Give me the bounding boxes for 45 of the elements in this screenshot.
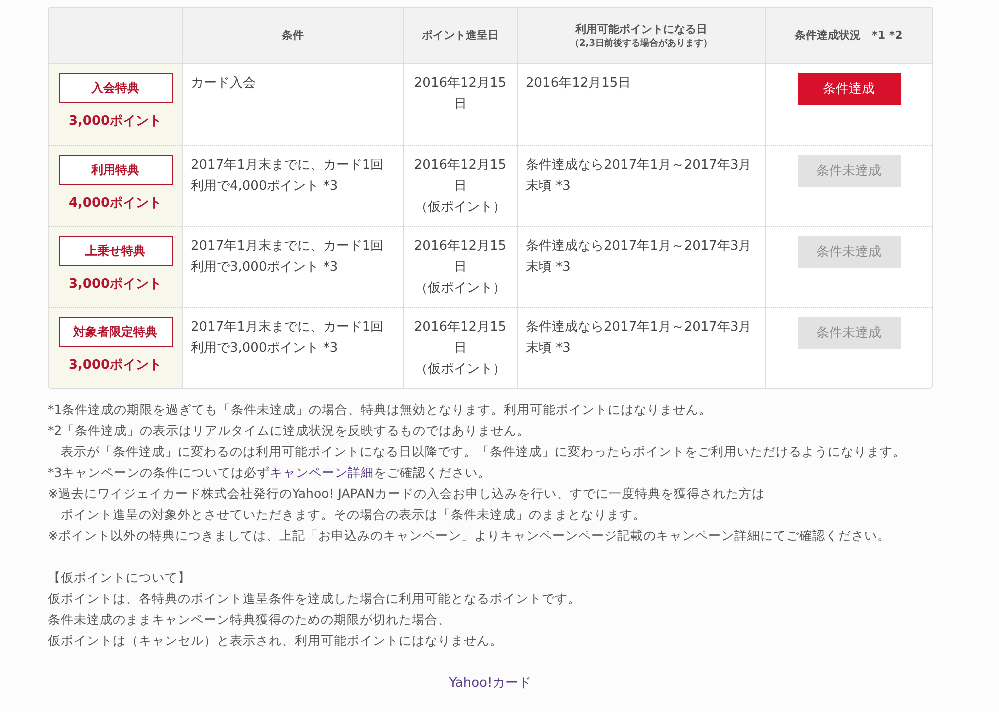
note-text: ※ポイント以外の特典につきましては、上記「お申込みのキャンペーン」よりキャンペーンページ記載のキャンペーン詳細にてご確認ください。 (48, 527, 892, 545)
table-cell-text: 条件達成なら2017年1月～2017年3月末頃 *3 (526, 319, 753, 358)
table-cell-text: （仮ポイント） (415, 280, 506, 298)
column-header: 条件達成状況 *1 *2 (765, 8, 932, 64)
provisional-text: 条件未達成のままキャンペーン特典獲得のための期限が切れた場合、 (48, 611, 452, 629)
table-cell-text: 2017年1月末までに、カード1回利用で4,000ポイント *3 (191, 157, 385, 196)
provisional-text: 仮ポイントは、各特典のポイント進呈条件を達成した場合に利用可能となるポイントです。 (48, 590, 582, 608)
table-cell-text: 2016年12月15日 (413, 75, 508, 114)
column-subheader: （2,3日前後する場合があります） (570, 38, 712, 50)
table-cell-text: （仮ポイント） (415, 199, 506, 217)
note-text: ポイント進呈の対象外とさせていただきます。その場合の表示は「条件未達成」のままとなります。 (60, 506, 647, 524)
note-text: *3キャンペーンの条件については必ずキャンペーン詳細 をご確認ください。 (48, 464, 492, 482)
table-cell-text: 2016年12月15日 (526, 75, 632, 93)
points-amount: 3,000ポイント (68, 113, 162, 130)
table-cell-text: 2016年12月15日 (413, 157, 508, 196)
table-cell-text: （仮ポイント） (415, 361, 506, 379)
provisional-text: 仮ポイントは（キャンセル）と表示され、利用可能ポイントにはなりません。 (48, 632, 504, 650)
note-text: 表示が「条件達成」に変わるのは利用可能ポイントになる日以降です。「条件達成」に変わったらポイントをご利用いただけるようになります。 (60, 443, 907, 461)
points-amount: 3,000ポイント (68, 276, 162, 293)
table-cell-text: カード入会 (191, 75, 256, 93)
footer-link[interactable]: Yahoo!カード (449, 676, 532, 691)
column-header: 条件 (182, 8, 403, 64)
section-heading: 【仮ポイントについて】 (48, 569, 192, 587)
table-cell-text: 2016年12月15日 (413, 319, 508, 358)
status-button[interactable]: 条件未達成 (798, 317, 900, 349)
status-button[interactable]: 条件達成 (798, 73, 900, 105)
table-cell-text: 2016年12月15日 (413, 238, 508, 277)
benefit-label: 利用特典 (58, 155, 172, 185)
note-text: *1条件達成の期限を過ぎても「条件未達成」の場合、特典は無効となります。利用可能ポイントにはなりません。 (48, 401, 714, 419)
points-amount: 4,000ポイント (68, 195, 162, 212)
benefit-label: 対象者限定特典 (58, 317, 172, 347)
points-amount: 3,000ポイント (68, 357, 162, 374)
note-text: ※過去にワイジェイカード株式会社発行のYahoo! JAPANカードの入会お申し込みを行い、すでに一度特典を獲得された方は (48, 485, 766, 503)
table-cell-text: 2017年1月末までに、カード1回利用で3,000ポイント *3 (191, 238, 385, 277)
note-text: *2「条件達成」の表示はリアルタイムに達成状況を反映するものではありません。 (48, 422, 532, 440)
benefit-label: 入会特典 (58, 73, 172, 103)
benefit-label: 上乗せ特典 (58, 236, 172, 266)
table-cell-text: 条件達成なら2017年1月～2017年3月末頃 *3 (526, 157, 753, 196)
column-header: 利用可能ポイントになる日 (576, 22, 708, 36)
table-cell-text: 2017年1月末までに、カード1回利用で3,000ポイント *3 (191, 319, 385, 358)
campaign-details-link[interactable]: キャンペーン詳細 (270, 465, 374, 480)
column-header: ポイント進呈日 (403, 8, 517, 64)
table-cell-text: 条件達成なら2017年1月～2017年3月末頃 *3 (526, 238, 753, 277)
status-button[interactable]: 条件未達成 (798, 236, 900, 268)
status-button[interactable]: 条件未達成 (798, 155, 900, 187)
